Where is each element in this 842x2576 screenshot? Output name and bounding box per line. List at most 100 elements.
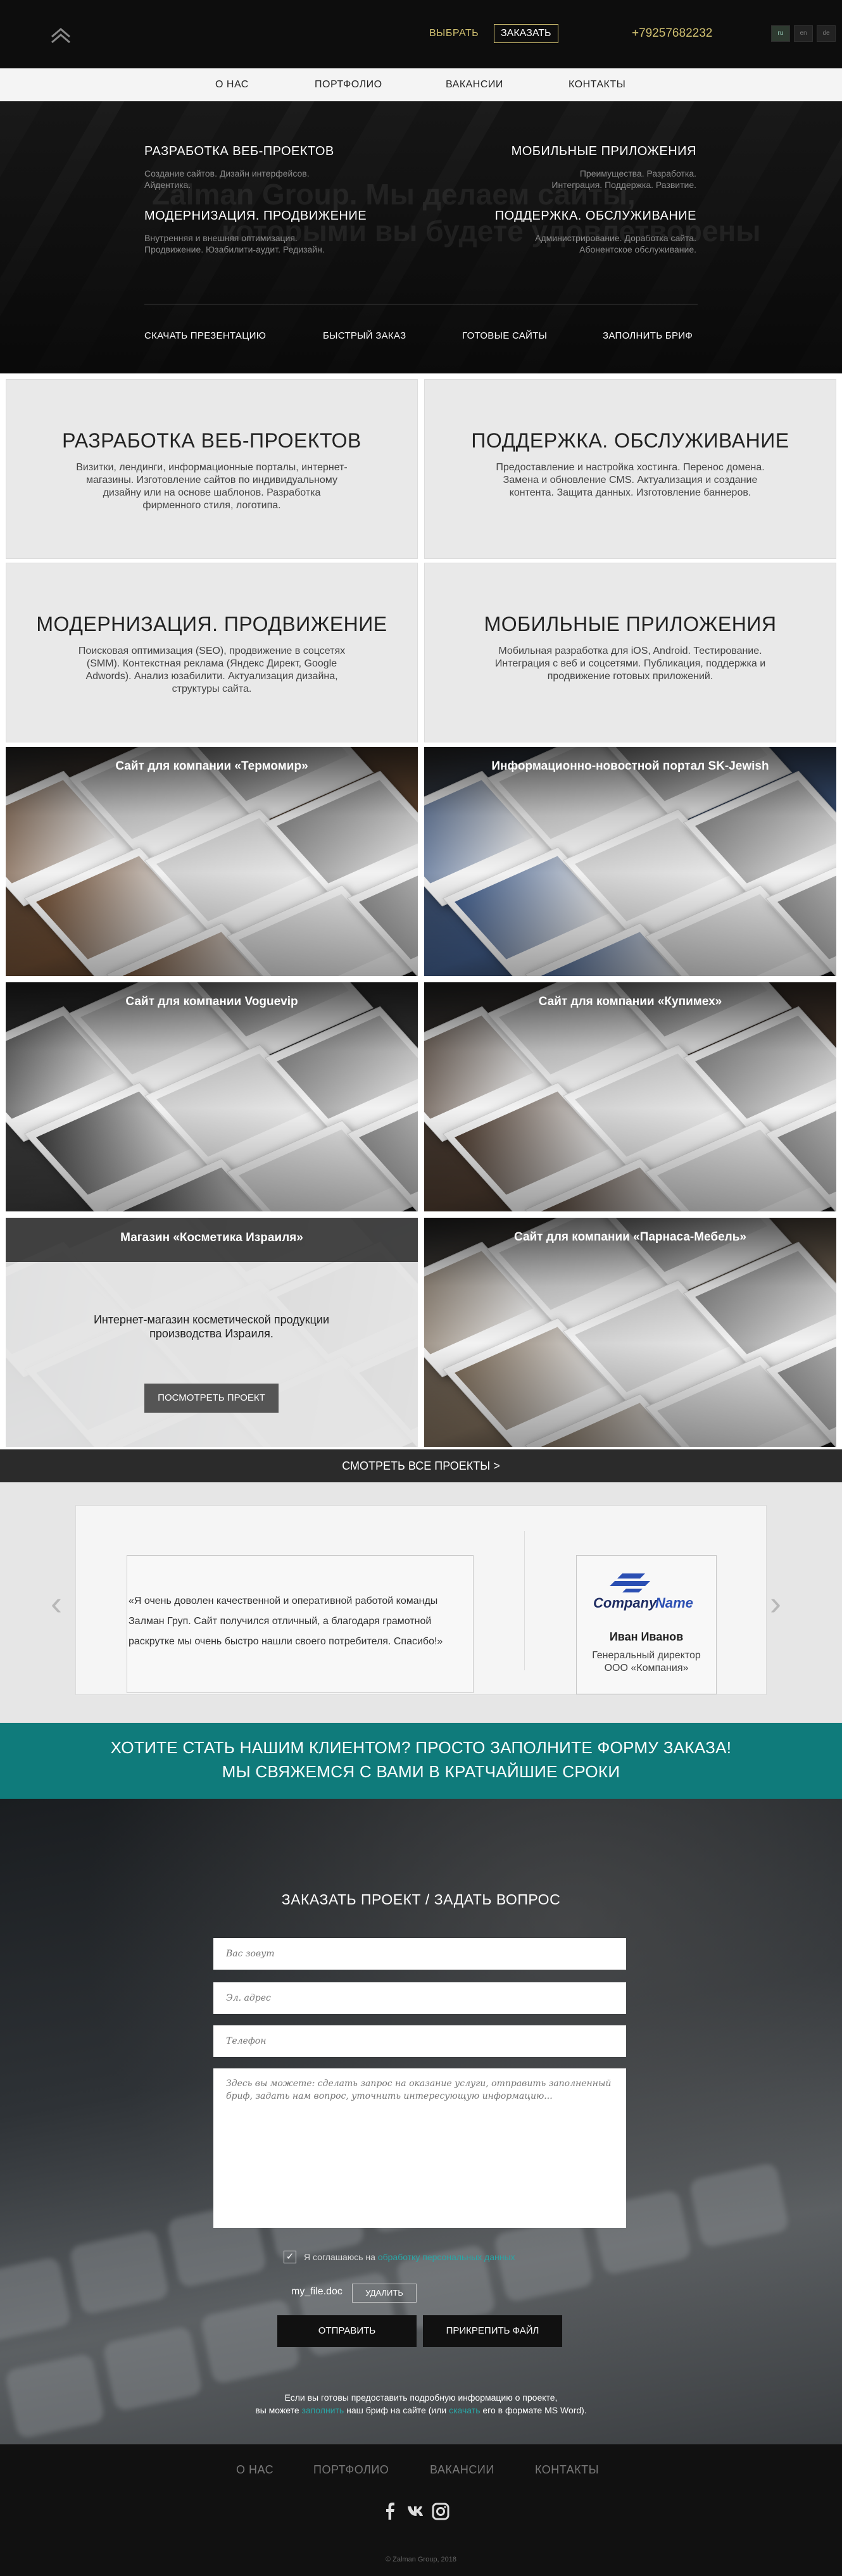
lang-ru[interactable]: ru xyxy=(771,25,790,42)
brief-note: Если вы готовы предоставить подробную ин… xyxy=(255,2392,587,2415)
hero-block-support[interactable]: ПОДДЕРЖКА. ОБСЛУЖИВАНИЕ Администрировани… xyxy=(430,209,696,255)
testimonial-card: «Я очень доволен качественной и оператив… xyxy=(75,1505,767,1695)
submit-button[interactable]: ОТПРАВИТЬ xyxy=(277,2315,417,2347)
testimonial-client: Company Name Иван Иванов Генеральный дир… xyxy=(576,1555,717,1694)
service-text: Визитки, лендинги, информационные портал… xyxy=(76,462,348,511)
download-brief-link[interactable]: скачать xyxy=(449,2405,480,2415)
hero-block-title: РАЗРАБОТКА ВЕБ-ПРОЕКТОВ xyxy=(144,144,334,158)
phone-field[interactable] xyxy=(213,2025,626,2057)
testimonial-prev-arrow-icon[interactable]: ‹ xyxy=(51,1584,62,1623)
portfolio-item[interactable]: Сайт для компании Voguevip xyxy=(6,982,418,1211)
service-title: РАЗРАБОТКА ВЕБ-ПРОЕКТОВ xyxy=(62,429,361,452)
view-project-button[interactable]: ПОСМОТРЕТЬ ПРОЕКТ xyxy=(144,1384,279,1413)
divider xyxy=(524,1531,525,1670)
hero-section: Zalman Group. Мы делаем сайты, которыми … xyxy=(0,101,842,373)
hero-block-seo[interactable]: МОДЕРНИЗАЦИЯ. ПРОДВИЖЕНИЕ Внутренняя и в… xyxy=(144,209,410,255)
portfolio-item[interactable]: Сайт для компании «Термомир» xyxy=(6,747,418,976)
testimonial-section: ‹ «Я очень доволен качественной и операт… xyxy=(0,1482,842,1723)
download-presentation-link[interactable]: СКАЧАТЬ ПРЕЗЕНТАЦИЮ xyxy=(144,330,266,341)
service-title: МОБИЛЬНЫЕ ПРИЛОЖЕНИЯ xyxy=(484,613,777,635)
nav-item-contacts[interactable]: КОНТАКТЫ xyxy=(569,68,625,101)
email-field[interactable] xyxy=(213,1982,626,2014)
footer-nav-portfolio[interactable]: ПОРТФОЛИО xyxy=(313,2463,389,2477)
portfolio-item[interactable]: Информационно-новостной портал SK-Jewish xyxy=(424,747,836,976)
portfolio-item[interactable]: Сайт для компании «Купимех» xyxy=(424,982,836,1211)
client-position: Генеральный директор ООО «Компания» xyxy=(592,1650,701,1673)
hero-block-text: Создание сайтов. Дизайн интерфейсов. Айде… xyxy=(144,168,310,190)
footer-nav-vacancies[interactable]: ВАКАНСИИ xyxy=(430,2463,494,2477)
cta-banner: ХОТИТЕ СТАТЬ НАШИМ КЛИЕНТОМ? ПРОСТО ЗАПО… xyxy=(0,1723,842,1799)
portfolio-item-title: Информационно-новостной портал SK-Jewish xyxy=(491,760,769,773)
lang-en[interactable]: en xyxy=(794,25,813,42)
testimonial-next-arrow-icon[interactable]: › xyxy=(770,1584,781,1623)
service-text: Поисковая оптимизация (SEO), продвижение… xyxy=(78,646,346,694)
services-section: РАЗРАБОТКА ВЕБ-ПРОЕКТОВ Визитки, лендинг… xyxy=(0,373,842,747)
delete-file-button[interactable]: УДАЛИТЬ xyxy=(352,2284,417,2303)
phone-number[interactable]: +79257682232 xyxy=(632,27,712,41)
hero-block-text: Администрирование. Доработка сайта. Абоне… xyxy=(535,233,696,254)
svg-text:Name: Name xyxy=(655,1595,693,1611)
hero-block-web[interactable]: РАЗРАБОТКА ВЕБ-ПРОЕКТОВ Создание сайтов.… xyxy=(144,144,410,191)
cta-line-2: МЫ СВЯЖЕМСЯ С ВАМИ В КРАТЧАЙШИЕ СРОКИ xyxy=(222,1762,620,1781)
attach-file-button[interactable]: ПРИКРЕПИТЬ ФАЙЛ xyxy=(423,2315,562,2347)
service-card-support[interactable]: ПОДДЕРЖКА. ОБСЛУЖИВАНИЕ Предоставление и… xyxy=(424,379,836,559)
svg-text:Company: Company xyxy=(593,1595,658,1611)
agree-checkbox[interactable]: ✓ xyxy=(284,2251,296,2263)
portfolio-item-title: Сайт для компании Voguevip xyxy=(125,995,298,1008)
agree-label: Я соглашаюсь на обработку персональных д… xyxy=(304,2252,515,2262)
form-title: ЗАКАЗАТЬ ПРОЕКТ / ЗАДАТЬ ВОПРОС xyxy=(281,1891,561,1908)
vk-icon[interactable] xyxy=(406,2503,424,2520)
facebook-icon[interactable] xyxy=(381,2503,399,2520)
portfolio-section: Сайт для компании «Термомир» Информацион… xyxy=(0,747,842,1449)
portfolio-item-hovered[interactable]: Магазин «Косметика Израиля» Интернет-маг… xyxy=(6,1218,418,1447)
testimonial-quote: «Я очень доволен качественной и оператив… xyxy=(127,1555,474,1693)
cta-line-1: ХОТИТЕ СТАТЬ НАШИМ КЛИЕНТОМ? ПРОСТО ЗАПО… xyxy=(110,1738,732,1757)
ready-sites-link[interactable]: ГОТОВЫЕ САЙТЫ xyxy=(462,330,547,341)
portfolio-item-title: Магазин «Косметика Израиля» xyxy=(6,1218,418,1262)
portfolio-hover-overlay: Магазин «Косметика Израиля» Интернет-маг… xyxy=(6,1218,418,1447)
top-bar: ВЫБРАТЬ ЗАКАЗАТЬ +79257682232 ru en de xyxy=(0,0,842,68)
hero-block-title: МОДЕРНИЗАЦИЯ. ПРОДВИЖЕНИЕ xyxy=(144,209,367,223)
client-name: Иван Иванов xyxy=(609,1630,684,1643)
nav-item-vacancies[interactable]: ВАКАНСИИ xyxy=(446,68,503,101)
name-field[interactable] xyxy=(213,1938,626,1970)
service-text: Мобильная разработка для iOS, Android. Т… xyxy=(494,646,766,682)
logo-chevrons-icon[interactable] xyxy=(49,23,72,46)
language-switcher: ru en de xyxy=(771,25,836,42)
service-title: ПОДДЕРЖКА. ОБСЛУЖИВАНИЕ xyxy=(471,429,789,452)
footer-nav-contacts[interactable]: КОНТАКТЫ xyxy=(535,2463,599,2477)
order-form-section: ЗАКАЗАТЬ ПРОЕКТ / ЗАДАТЬ ВОПРОС ✓ Я согл… xyxy=(0,1799,842,2444)
hero-block-title: ПОДДЕРЖКА. ОБСЛУЖИВАНИЕ xyxy=(494,209,696,223)
portfolio-item-description: Интернет-магазин косметической продукции… xyxy=(93,1313,330,1340)
see-all-projects-button[interactable]: СМОТРЕТЬ ВСЕ ПРОЕКТЫ > xyxy=(0,1449,842,1482)
nav-item-about[interactable]: О НАС xyxy=(215,68,249,101)
company-logo: Company Name xyxy=(589,1570,705,1615)
main-nav: О НАС ПОРТФОЛИО ВАКАНСИИ КОНТАКТЫ xyxy=(0,68,842,101)
instagram-icon[interactable] xyxy=(432,2503,449,2520)
quick-order-link[interactable]: БЫСТРЫЙ ЗАКАЗ xyxy=(323,330,406,341)
attached-file-name: my_file.doc xyxy=(291,2286,342,2297)
message-field[interactable] xyxy=(213,2068,626,2228)
portfolio-item-title: Сайт для компании «Купимех» xyxy=(538,995,722,1008)
order-button[interactable]: ЗАКАЗАТЬ xyxy=(494,24,558,43)
fill-brief-inline-link[interactable]: заполнить xyxy=(302,2405,344,2415)
footer-nav-about[interactable]: О НАС xyxy=(236,2463,273,2477)
portfolio-item-title: Сайт для компании «Парнаса-Мебель» xyxy=(513,1230,746,1244)
choose-link[interactable]: ВЫБРАТЬ xyxy=(429,28,479,39)
hero-block-title: МОБИЛЬНЫЕ ПРИЛОЖЕНИЯ xyxy=(511,144,696,158)
service-card-web[interactable]: РАЗРАБОТКА ВЕБ-ПРОЕКТОВ Визитки, лендинг… xyxy=(6,379,418,559)
portfolio-item[interactable]: Сайт для компании «Парнаса-Мебель» xyxy=(424,1218,836,1447)
portfolio-item-title: Сайт для компании «Термомир» xyxy=(115,760,308,773)
service-text: Предоставление и настройка хостинга. Пер… xyxy=(496,462,765,498)
nav-item-portfolio[interactable]: ПОРТФОЛИО xyxy=(315,68,382,101)
service-card-seo[interactable]: МОДЕРНИЗАЦИЯ. ПРОДВИЖЕНИЕ Поисковая опти… xyxy=(6,563,418,742)
footer: О НАС ПОРТФОЛИО ВАКАНСИИ КОНТАКТЫ © Zalm… xyxy=(0,2444,842,2576)
service-card-mobile[interactable]: МОБИЛЬНЫЕ ПРИЛОЖЕНИЯ Мобильная разработк… xyxy=(424,563,836,742)
hero-block-mobile[interactable]: МОБИЛЬНЫЕ ПРИЛОЖЕНИЯ Преимущества. Разра… xyxy=(430,144,696,191)
hero-block-text: Преимущества. Разработка. Интеграция. Под… xyxy=(551,168,696,190)
personal-data-link[interactable]: обработку персональных данных xyxy=(378,2252,515,2262)
fill-brief-link[interactable]: ЗАПОЛНИТЬ БРИФ xyxy=(603,330,693,341)
lang-de[interactable]: de xyxy=(817,25,836,42)
hero-block-text: Внутренняя и внешняя оптимизация. Продвиж… xyxy=(144,233,325,254)
social-links xyxy=(381,2503,449,2520)
